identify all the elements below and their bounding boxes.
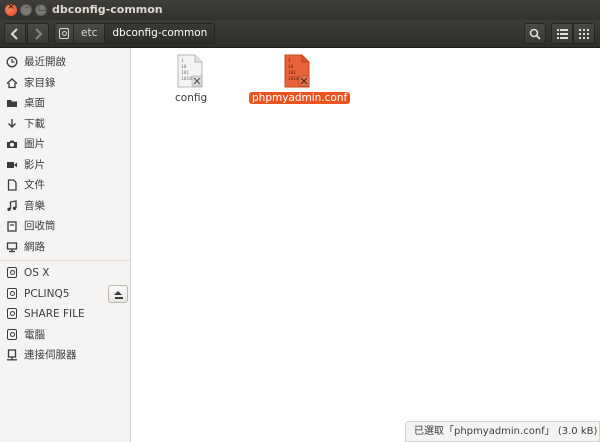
sidebar-item-network[interactable]: 網路: [0, 237, 130, 256]
minimize-icon: –: [24, 3, 30, 13]
sidebar-item-label: 文件: [24, 179, 45, 191]
sidebar-item-label: 網路: [24, 241, 45, 253]
status-bar: 已選取「phpmyadmin.conf」 (3.0 kB): [405, 421, 600, 442]
sidebar-item-videos[interactable]: 影片: [0, 155, 130, 174]
sidebar-item-computer[interactable]: 電腦: [0, 325, 130, 344]
sidebar-item-label: 最近開啟: [24, 56, 66, 68]
sidebar-item-pictures[interactable]: 圖片: [0, 134, 130, 153]
sidebar-item-share-file[interactable]: SHARE FILE: [0, 304, 130, 323]
breadcrumb-etc[interactable]: etc: [74, 23, 106, 44]
forward-button[interactable]: [27, 23, 49, 44]
svg-text:10: 10: [181, 64, 187, 70]
close-window-button[interactable]: ×: [5, 2, 17, 16]
network-icon: [6, 241, 18, 252]
trash-icon: [7, 220, 17, 232]
sidebar-item-label: 下載: [24, 118, 45, 130]
list-icon: [556, 29, 568, 39]
sidebar-item-label: 回收筒: [24, 220, 56, 232]
sidebar-item-label: PCLINQ5: [24, 287, 70, 300]
close-icon: ×: [7, 2, 15, 12]
document-icon: [7, 178, 17, 191]
sidebar-item-recent[interactable]: 最近開啟: [0, 52, 130, 71]
sidebar-item-label: SHARE FILE: [24, 307, 85, 320]
drive-icon: [6, 328, 18, 341]
breadcrumb-dbconfig-common[interactable]: dbconfig-common: [105, 23, 216, 44]
sidebar-item-trash[interactable]: 回收筒: [0, 216, 130, 235]
svg-text:101: 101: [288, 70, 296, 76]
file-view[interactable]: 1 10 101 1010 config 1 10 101 1010 phpmy…: [131, 48, 600, 442]
breadcrumb: etc dbconfig-common: [54, 23, 216, 44]
sidebar: 最近開啟 家目錄 桌面 下載 圖片 影片 文件 音樂 回收筒 網路 OS X P…: [0, 48, 131, 442]
window-title: dbconfig-common: [52, 3, 163, 16]
chevron-right-icon: [35, 28, 43, 40]
svg-text:1010: 1010: [288, 76, 299, 82]
sidebar-item-os-x[interactable]: OS X: [0, 263, 130, 282]
sidebar-item-label: 家目錄: [24, 77, 56, 89]
toolbar: etc dbconfig-common: [0, 20, 600, 48]
sidebar-item-label: 連接伺服器: [24, 349, 77, 361]
sidebar-item-label: 影片: [24, 159, 45, 171]
sidebar-item-pclinq5[interactable]: PCLINQ5: [0, 284, 106, 303]
sidebar-item-downloads[interactable]: 下載: [0, 114, 130, 133]
folder-icon: [7, 99, 17, 107]
maximize-icon: □: [37, 3, 47, 13]
sidebar-item-label: 圖片: [24, 138, 45, 150]
file-name: phpmyadmin.conf: [249, 92, 351, 104]
film-icon: [7, 161, 17, 168]
binary-file-icon: 1 10 101 1010: [177, 54, 203, 88]
download-icon: [8, 118, 16, 128]
file-name: config: [175, 92, 208, 104]
sidebar-item-home[interactable]: 家目錄: [0, 73, 130, 92]
list-view-button[interactable]: [551, 23, 573, 44]
search-button[interactable]: [524, 23, 546, 44]
sidebar-item-label: 桌面: [24, 97, 45, 109]
drive-icon: [6, 287, 18, 300]
grid-icon: [579, 29, 589, 39]
music-icon: [7, 199, 17, 211]
binary-file-icon: 1 10 101 1010: [284, 54, 310, 88]
drive-icon: [59, 28, 69, 39]
file-item-selected[interactable]: 1 10 101 1010 phpmyadmin.conf: [249, 52, 351, 104]
svg-text:1: 1: [181, 58, 184, 64]
drive-icon: [6, 266, 18, 279]
drive-icon: [6, 307, 18, 320]
minimize-window-button[interactable]: –: [20, 3, 32, 16]
sidebar-item-documents[interactable]: 文件: [0, 175, 130, 194]
camera-icon: [7, 140, 17, 148]
maximize-window-button[interactable]: □: [35, 3, 47, 16]
sidebar-item-label: 音樂: [24, 200, 45, 212]
sidebar-item-label: 電腦: [24, 329, 45, 341]
root-device-button[interactable]: [54, 23, 74, 44]
sidebar-item-label: OS X: [24, 266, 50, 279]
eject-button[interactable]: [108, 285, 128, 303]
eject-icon: [114, 291, 122, 295]
server-icon: [7, 348, 17, 360]
home-icon: [6, 77, 18, 88]
file-item[interactable]: 1 10 101 1010 config: [171, 52, 211, 104]
grid-menu-button[interactable]: [573, 23, 595, 44]
svg-text:101: 101: [181, 70, 189, 76]
svg-text:1: 1: [288, 58, 291, 64]
sidebar-item-desktop[interactable]: 桌面: [0, 93, 130, 112]
svg-text:1010: 1010: [181, 76, 192, 82]
search-icon: [529, 28, 541, 40]
chevron-left-icon: [10, 28, 18, 40]
sidebar-item-music[interactable]: 音樂: [0, 196, 130, 215]
clock-icon: [6, 56, 18, 67]
title-bar: × – □ dbconfig-common: [0, 0, 600, 20]
svg-text:10: 10: [288, 64, 294, 70]
sidebar-divider: [0, 260, 130, 261]
sidebar-item-connect-server[interactable]: 連接伺服器: [0, 345, 130, 364]
back-button[interactable]: [4, 23, 26, 44]
